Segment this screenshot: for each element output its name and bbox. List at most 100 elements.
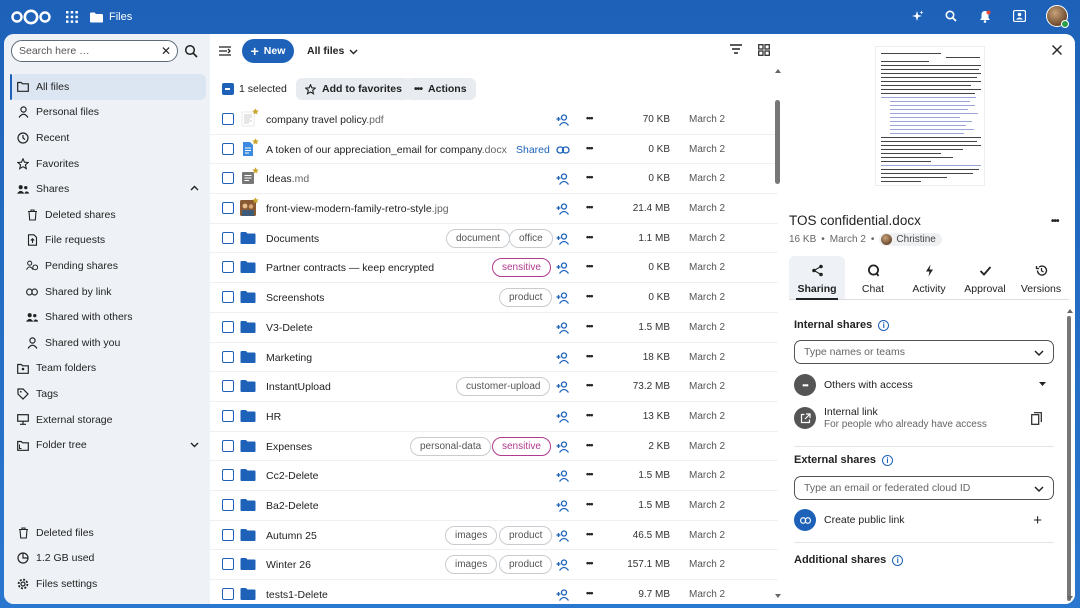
- app-grid-icon[interactable]: [66, 11, 78, 23]
- more-horizontal-icon[interactable]: •••: [586, 499, 600, 513]
- file-list-scrollbar[interactable]: [775, 100, 780, 184]
- more-horizontal-icon[interactable]: •••: [586, 321, 600, 335]
- more-horizontal-icon[interactable]: •••: [586, 351, 600, 365]
- search-input[interactable]: Search here … ✕: [11, 40, 178, 62]
- storage-quota[interactable]: 1.2 GB used: [10, 546, 206, 572]
- share-user-add-icon[interactable]: [556, 469, 570, 483]
- external-share-input[interactable]: Type an email or federated cloud ID: [794, 476, 1054, 500]
- file-name[interactable]: Expenses: [266, 441, 312, 453]
- nextcloud-logo[interactable]: [10, 9, 52, 25]
- link-icon[interactable]: [556, 143, 570, 157]
- contacts-icon[interactable]: [1012, 9, 1026, 23]
- row-checkbox[interactable]: [222, 409, 234, 422]
- table-row[interactable]: Winter 26 images product ••• 157.1 MB March 2: [210, 550, 778, 580]
- details-scrollbar[interactable]: [1067, 316, 1071, 601]
- row-checkbox[interactable]: [222, 439, 234, 452]
- file-name[interactable]: front-view-modern-family-retro-style.jpg: [266, 203, 449, 215]
- nav-item-recent[interactable]: Recent: [10, 125, 206, 151]
- scroll-down-arrow[interactable]: [775, 594, 781, 598]
- tag-chip[interactable]: product: [499, 555, 553, 575]
- nav-item-tags[interactable]: Tags: [10, 381, 206, 407]
- table-row[interactable]: Partner contracts — keep encrypted sensit…: [210, 253, 778, 284]
- more-horizontal-icon[interactable]: •••: [586, 202, 600, 216]
- row-checkbox[interactable]: [222, 588, 234, 600]
- nav-item-deleted-files[interactable]: Deleted files: [10, 520, 206, 546]
- row-checkbox[interactable]: [222, 172, 234, 185]
- tag-chip[interactable]: document: [446, 228, 510, 248]
- row-checkbox[interactable]: [222, 291, 234, 304]
- share-user-add-icon[interactable]: [556, 202, 570, 216]
- share-user-add-icon[interactable]: [556, 440, 570, 454]
- nav-item-pending-shares[interactable]: Pending shares: [10, 253, 206, 279]
- more-horizontal-icon[interactable]: •••: [586, 291, 600, 305]
- shared-label[interactable]: Shared: [516, 144, 550, 156]
- row-checkbox[interactable]: [222, 202, 234, 215]
- file-name[interactable]: company travel policy.pdf: [266, 114, 384, 126]
- share-user-add-icon[interactable]: [556, 558, 570, 572]
- table-row[interactable]: Ideas.md ••• 0 KB March 2: [210, 164, 778, 195]
- tag-chip[interactable]: images: [445, 555, 498, 575]
- notifications-icon[interactable]: [978, 9, 992, 23]
- table-row[interactable]: Screenshots product ••• 0 KB March 2: [210, 283, 778, 313]
- files-app-link[interactable]: Files: [90, 11, 132, 23]
- row-checkbox[interactable]: [222, 142, 234, 155]
- nav-item-team-folders[interactable]: Team folders: [10, 356, 206, 382]
- tag-chip[interactable]: office: [509, 228, 553, 248]
- clear-search-icon[interactable]: ✕: [161, 44, 171, 58]
- file-name[interactable]: Ideas.md: [266, 173, 309, 185]
- actions-button[interactable]: ••• Actions: [405, 78, 476, 100]
- nav-item-shared-with-others[interactable]: Shared with others: [10, 304, 206, 330]
- table-row[interactable]: V3-Delete ••• 1.5 MB March 2: [210, 313, 778, 343]
- tag-chip[interactable]: product: [499, 288, 553, 308]
- table-row[interactable]: Marketing ••• 18 KB March 2: [210, 343, 778, 373]
- others-with-access[interactable]: ••• Others with access: [794, 374, 1056, 396]
- tag-chip[interactable]: customer-upload: [456, 377, 551, 397]
- row-checkbox[interactable]: [222, 469, 234, 482]
- row-checkbox[interactable]: [222, 558, 234, 571]
- nav-item-personal-files[interactable]: Personal files: [10, 100, 206, 126]
- file-name[interactable]: Partner contracts — keep encrypted: [266, 262, 434, 274]
- grid-view-icon[interactable]: [758, 44, 770, 56]
- file-name[interactable]: Ba2-Delete: [266, 500, 319, 512]
- share-user-add-icon[interactable]: [556, 321, 570, 335]
- more-horizontal-icon[interactable]: •••: [1051, 216, 1063, 228]
- row-checkbox[interactable]: [222, 350, 234, 363]
- user-avatar[interactable]: [1046, 5, 1069, 28]
- table-row[interactable]: company travel policy.pdf ••• 70 KB March 2: [210, 105, 778, 135]
- table-row[interactable]: HR ••• 13 KB March 2: [210, 402, 778, 432]
- share-user-add-icon[interactable]: [556, 172, 570, 186]
- row-checkbox[interactable]: [222, 528, 234, 541]
- breadcrumb[interactable]: All files: [307, 45, 358, 57]
- more-horizontal-icon[interactable]: •••: [586, 261, 600, 275]
- table-row[interactable]: Documents document office ••• 1.1 MB March 2: [210, 224, 778, 254]
- share-user-add-icon[interactable]: [556, 351, 570, 365]
- nav-item-deleted-shares[interactable]: Deleted shares: [10, 202, 206, 228]
- chevron-down-icon[interactable]: [190, 440, 199, 449]
- add-to-favorites-button[interactable]: Add to favorites: [296, 78, 411, 100]
- assistant-icon[interactable]: [910, 9, 924, 23]
- more-horizontal-icon[interactable]: •••: [586, 143, 600, 157]
- row-checkbox[interactable]: [222, 261, 234, 274]
- row-checkbox[interactable]: [222, 498, 234, 511]
- info-icon[interactable]: i: [878, 319, 890, 331]
- tag-chip[interactable]: sensitive: [492, 258, 551, 278]
- file-name[interactable]: HR: [266, 411, 281, 423]
- row-checkbox[interactable]: [222, 113, 234, 125]
- more-horizontal-icon[interactable]: •••: [586, 558, 600, 572]
- more-horizontal-icon[interactable]: •••: [586, 380, 600, 394]
- row-checkbox[interactable]: [222, 380, 234, 393]
- file-name[interactable]: Cc2-Delete: [266, 470, 319, 482]
- nav-item-shared-with-you[interactable]: Shared with you: [10, 330, 206, 356]
- select-all-checkbox[interactable]: [222, 83, 234, 95]
- share-user-add-icon[interactable]: [556, 410, 570, 424]
- search-icon[interactable]: [184, 44, 198, 58]
- file-preview-thumbnail[interactable]: [875, 46, 985, 186]
- nav-item-folder-tree[interactable]: Folder tree: [10, 432, 206, 458]
- table-row[interactable]: Ba2-Delete ••• 1.5 MB March 2: [210, 491, 778, 521]
- owner-chip[interactable]: Christine: [879, 233, 942, 246]
- file-name[interactable]: Winter 26: [266, 559, 311, 571]
- scroll-up-arrow[interactable]: [775, 69, 781, 73]
- tag-chip[interactable]: sensitive: [492, 436, 551, 456]
- more-horizontal-icon[interactable]: •••: [586, 113, 600, 127]
- tab-chat[interactable]: Chat: [845, 256, 901, 299]
